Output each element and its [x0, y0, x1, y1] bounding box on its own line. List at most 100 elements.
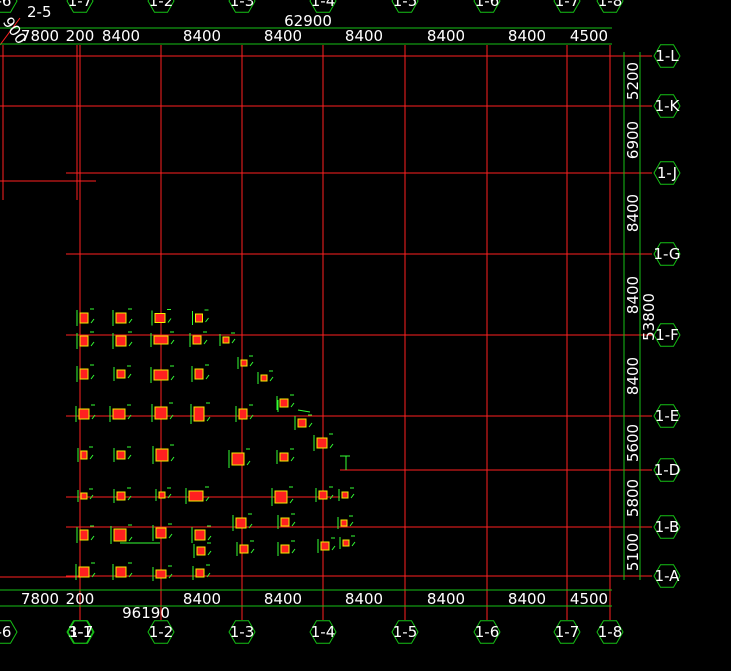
bottom-span-label: 8400 — [345, 590, 383, 608]
right-span-label: 5100 — [624, 533, 642, 571]
column-symbol[interactable] — [196, 546, 206, 556]
axis-bubble-right: 1-D — [653, 458, 681, 482]
column-symbol[interactable] — [297, 418, 307, 428]
axis-bubble-right: 1-B — [653, 515, 681, 539]
axis-bubble-label: 1-J — [657, 164, 677, 182]
column-symbol[interactable] — [235, 517, 247, 529]
axis-bubble-bottom: 1-4 — [309, 620, 337, 644]
column-symbol[interactable] — [155, 527, 167, 539]
column-symbol[interactable] — [155, 569, 167, 579]
axis-bubble-label: 1-5 — [393, 623, 418, 641]
column-symbol[interactable] — [194, 529, 206, 541]
column-symbol[interactable] — [158, 491, 166, 499]
column-symbol[interactable] — [279, 398, 289, 408]
right-span-label: 5600 — [624, 424, 642, 462]
column-symbol[interactable] — [153, 335, 169, 345]
axis-bubble-label: 1-B — [655, 518, 680, 536]
bottom-span-label: 8400 — [264, 590, 302, 608]
column-symbol[interactable] — [115, 312, 127, 324]
axis-bubble-label: 1-7 — [555, 623, 580, 641]
column-symbol[interactable] — [79, 368, 89, 380]
column-symbol[interactable] — [155, 448, 169, 462]
column-symbol[interactable] — [153, 369, 169, 381]
column-symbol[interactable] — [342, 539, 350, 547]
column-symbol[interactable] — [113, 528, 127, 542]
axis-bubble-label: 1-E — [655, 407, 679, 425]
axis-bubble-right: 1-A — [653, 564, 681, 588]
column-symbol[interactable] — [116, 450, 126, 460]
corner-axis-label: 2-5 — [27, 3, 52, 21]
column-symbol[interactable] — [274, 490, 288, 504]
column-symbol[interactable] — [116, 369, 126, 379]
column-symbol[interactable] — [154, 313, 166, 323]
column-symbol[interactable] — [340, 519, 348, 527]
axis-bubble-label: 1-K — [655, 97, 681, 115]
bottom-span-label: 7800 — [21, 590, 59, 608]
column-symbol[interactable] — [318, 490, 328, 500]
column-symbol[interactable] — [240, 359, 248, 367]
right-span-label: 5200 — [624, 62, 642, 100]
axis-bubble-label: -6 — [0, 623, 11, 641]
column-symbol[interactable] — [79, 312, 89, 324]
column-symbol[interactable] — [112, 408, 126, 420]
column-symbol[interactable] — [194, 368, 204, 380]
axis-bubble-label: 1-F — [655, 326, 679, 344]
column-symbol[interactable] — [231, 452, 245, 466]
column-symbol[interactable] — [239, 544, 249, 554]
column-symbol[interactable] — [195, 313, 203, 323]
axis-bubble-right: 1-L — [653, 44, 681, 68]
axis-bubble-label: 1-7 — [555, 0, 580, 10]
column-symbol[interactable] — [280, 544, 290, 554]
column-symbol[interactable] — [154, 406, 168, 420]
column-symbol[interactable] — [78, 566, 90, 578]
top-span-label: 8400 — [183, 27, 221, 45]
axis-bubble-label: 1-3 — [230, 0, 255, 10]
column-symbol[interactable] — [195, 568, 205, 578]
structural-grid-plan[interactable]: -61-71-21-31-41-51-61-71-8-63-11-71-21-3… — [0, 0, 731, 671]
column-symbol[interactable] — [78, 408, 90, 420]
right-overall-dim: 53800 — [640, 293, 658, 341]
axis-bubble-label: 1-L — [655, 47, 679, 65]
column-symbol[interactable] — [79, 335, 89, 347]
right-span-label: 5800 — [624, 479, 642, 517]
axis-bubble-bottom: 1-7 — [67, 620, 95, 644]
column-symbol[interactable] — [80, 450, 88, 460]
bottom-span-label: 8400 — [183, 590, 221, 608]
top-span-label: 7800 — [21, 27, 59, 45]
column-symbol[interactable] — [79, 529, 89, 541]
axis-bubble-bottom: 1-6 — [473, 620, 501, 644]
column-symbol[interactable] — [116, 491, 126, 501]
top-span-label: 200 — [66, 27, 95, 45]
column-symbol[interactable] — [260, 374, 268, 382]
column-symbol[interactable] — [341, 491, 349, 499]
axis-bubble-label: 1-A — [655, 567, 681, 585]
axis-bubble-bottom: 1-8 — [596, 620, 624, 644]
top-span-label: 8400 — [345, 27, 383, 45]
top-span-label: 4500 — [570, 27, 608, 45]
column-symbol[interactable] — [238, 408, 248, 420]
top-span-label: 8400 — [102, 27, 140, 45]
column-symbol[interactable] — [193, 406, 205, 422]
column-symbol[interactable] — [280, 517, 290, 527]
axis-bubble-label: 1-6 — [475, 0, 500, 10]
axis-bubble-label: 1-3 — [230, 623, 255, 641]
axis-bubble-bottom: 1-5 — [391, 620, 419, 644]
column-symbol[interactable] — [192, 335, 202, 345]
top-span-label: 8400 — [264, 27, 302, 45]
axis-bubble-bottom: 1-3 — [228, 620, 256, 644]
column-symbol[interactable] — [188, 490, 204, 502]
axis-bubble-right: 1-G — [653, 242, 681, 266]
axis-bubble-label: 1-7 — [68, 0, 93, 10]
axis-bubble-bottom: 1-7 — [553, 620, 581, 644]
column-symbol[interactable] — [320, 541, 330, 551]
column-symbol[interactable] — [115, 335, 127, 347]
column-symbol[interactable] — [80, 492, 88, 500]
cad-drawing-canvas[interactable]: -61-71-21-31-41-51-61-71-8-63-11-71-21-3… — [0, 0, 731, 671]
right-span-label: 6900 — [624, 121, 642, 159]
column-symbol[interactable] — [279, 452, 289, 462]
column-symbol[interactable] — [115, 566, 127, 578]
axis-bubble-right: 1-J — [653, 161, 681, 185]
column-symbol[interactable] — [316, 437, 328, 449]
column-symbol[interactable] — [222, 336, 230, 344]
axis-bubble-label: 1-5 — [393, 0, 418, 10]
